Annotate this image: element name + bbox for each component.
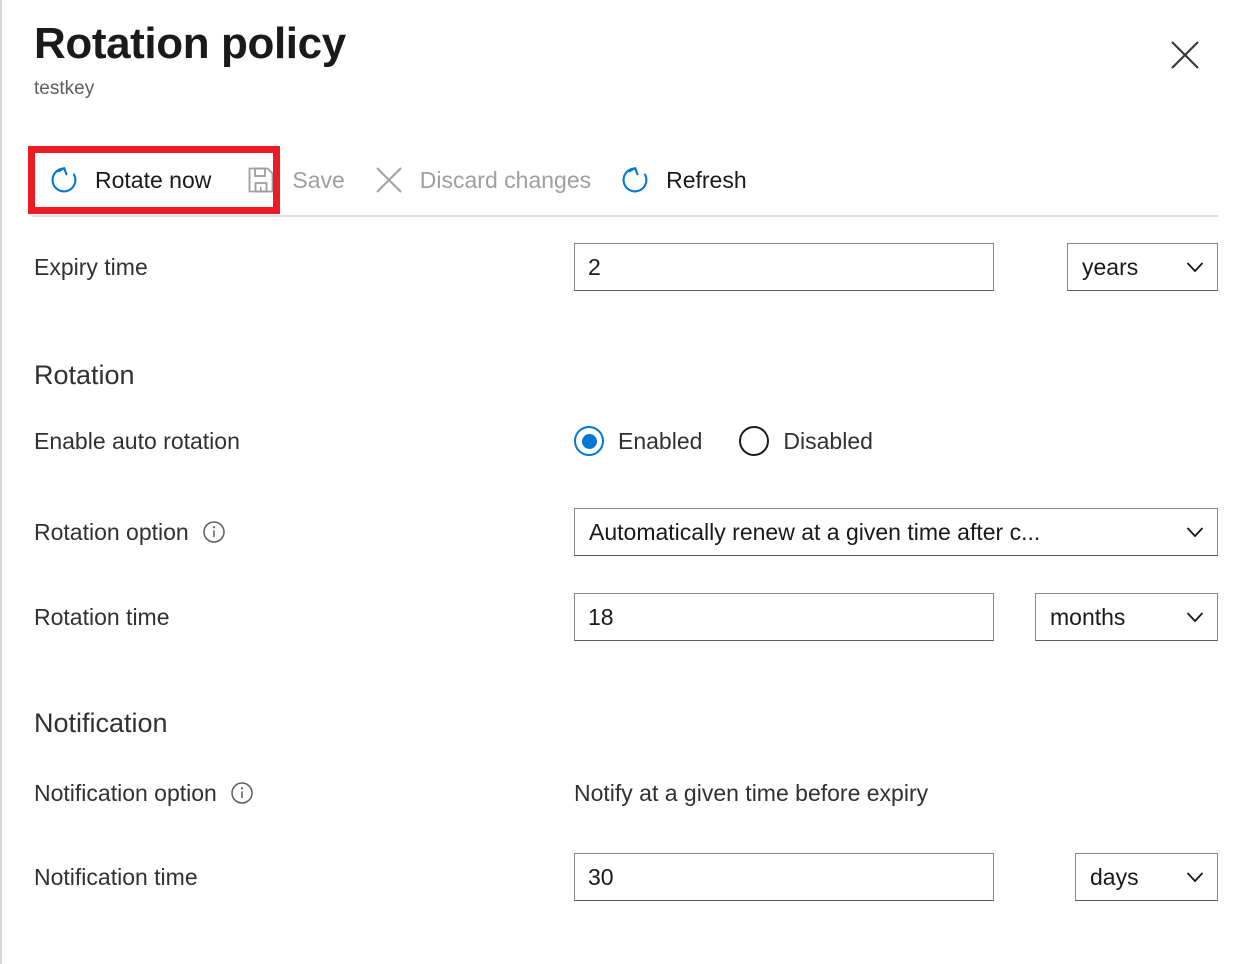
- close-icon: [1170, 40, 1200, 70]
- save-button[interactable]: Save: [231, 152, 358, 208]
- notification-option-value: Notify at a given time before expiry: [574, 778, 928, 808]
- notification-option-row: Notification option Notify at a given ti…: [34, 769, 1216, 817]
- rotate-now-button[interactable]: Rotate now: [34, 152, 225, 208]
- notification-time-input[interactable]: [574, 853, 994, 901]
- close-x-icon: [371, 162, 407, 198]
- notification-time-unit-value: days: [1090, 854, 1139, 900]
- notification-section-heading: Notification: [34, 706, 168, 740]
- rotation-option-value: Automatically renew at a given time afte…: [589, 509, 1040, 555]
- enable-auto-rotation-radio-group: Enabled Disabled: [574, 426, 910, 456]
- rotation-time-unit-dropdown[interactable]: months: [1035, 593, 1218, 641]
- notification-option-label: Notification option: [34, 778, 574, 808]
- rotation-time-label: Rotation time: [34, 602, 574, 632]
- rotation-option-label: Rotation option: [34, 517, 574, 547]
- rotation-policy-panel: Rotation policy testkey Rotate now: [0, 0, 1240, 964]
- rotation-option-dropdown[interactable]: Automatically renew at a given time afte…: [574, 508, 1218, 556]
- chevron-down-icon: [1184, 866, 1206, 888]
- radio-disabled-label: Disabled: [783, 426, 873, 456]
- refresh-label: Refresh: [666, 165, 747, 195]
- refresh-button[interactable]: Refresh: [605, 152, 761, 208]
- notification-option-label-text: Notification option: [34, 778, 217, 808]
- close-button[interactable]: [1160, 30, 1210, 80]
- enable-auto-rotation-row: Enable auto rotation Enabled Disabled: [34, 417, 1216, 465]
- rotate-now-label: Rotate now: [95, 165, 211, 195]
- radio-enabled[interactable]: Enabled: [574, 426, 702, 456]
- chevron-down-icon: [1184, 256, 1206, 278]
- rotation-time-unit-value: months: [1050, 594, 1125, 640]
- expiry-time-input[interactable]: [574, 243, 994, 291]
- panel-header: Rotation policy testkey: [34, 18, 1210, 102]
- chevron-down-icon: [1184, 606, 1206, 628]
- radio-disabled-indicator: [739, 426, 769, 456]
- toolbar-divider: [32, 215, 1218, 217]
- notification-time-unit-dropdown[interactable]: days: [1075, 853, 1218, 901]
- radio-disabled[interactable]: Disabled: [739, 426, 873, 456]
- save-label: Save: [292, 165, 344, 195]
- rotation-section-heading: Rotation: [34, 358, 135, 392]
- rotation-time-input[interactable]: [574, 593, 994, 641]
- notification-time-label: Notification time: [34, 862, 574, 892]
- discard-changes-button[interactable]: Discard changes: [359, 152, 605, 208]
- expiry-time-unit-value: years: [1082, 244, 1138, 290]
- expiry-time-unit-dropdown[interactable]: years: [1067, 243, 1218, 291]
- info-icon[interactable]: [230, 781, 254, 805]
- refresh-icon: [617, 162, 653, 198]
- radio-enabled-indicator: [574, 426, 604, 456]
- save-disk-icon: [243, 162, 279, 198]
- rotation-option-label-text: Rotation option: [34, 517, 189, 547]
- radio-enabled-label: Enabled: [618, 426, 702, 456]
- page-title: Rotation policy: [34, 18, 1210, 70]
- info-icon[interactable]: [202, 520, 226, 544]
- discard-changes-label: Discard changes: [420, 165, 591, 195]
- chevron-down-icon: [1184, 521, 1206, 543]
- command-bar: Rotate now Save Discard changes: [34, 152, 761, 208]
- expiry-time-label: Expiry time: [34, 252, 574, 282]
- page-subtitle: testkey: [34, 76, 1210, 102]
- rotate-icon: [46, 162, 82, 198]
- enable-auto-rotation-label: Enable auto rotation: [34, 426, 574, 456]
